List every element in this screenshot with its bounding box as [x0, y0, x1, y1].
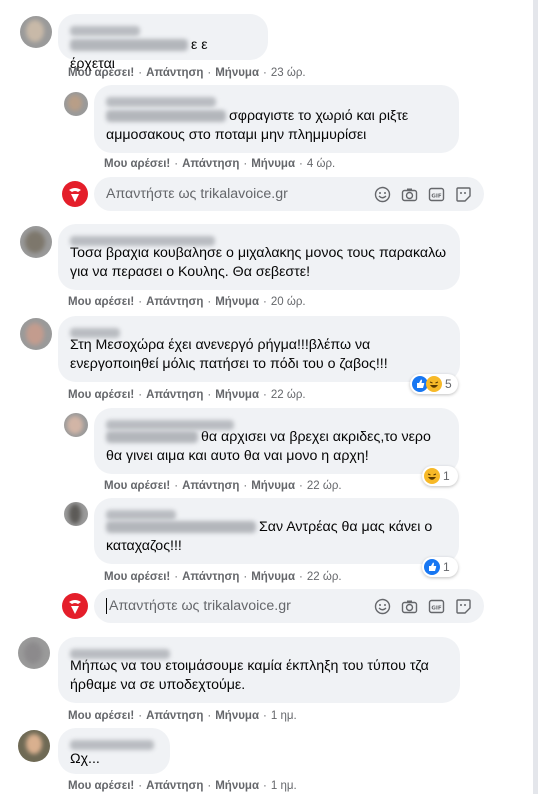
comment-bubble: Τοσα βραχια κουβαλησε ο μιχαλακης μονος …: [58, 224, 460, 290]
timestamp[interactable]: 4 ώρ.: [307, 158, 335, 170]
message-link[interactable]: Μήνυμα: [215, 296, 259, 308]
like-link[interactable]: Μου αρέσει!: [104, 480, 170, 492]
message-link[interactable]: Μήνυμα: [215, 67, 259, 79]
comment-actions: Μου αρέσει! · Απάντηση · Μήνυμα · 23 ώρ.: [68, 67, 306, 79]
comment-bubble: Ωχ...: [58, 728, 170, 774]
avatar[interactable]: [18, 730, 50, 762]
reaction-count: 5: [445, 377, 452, 391]
avatar[interactable]: [18, 637, 50, 669]
emoji-icon[interactable]: [374, 598, 391, 615]
avatar[interactable]: [20, 226, 52, 258]
reply-input[interactable]: Απαντήστε ως trikalavoice.gr GIF: [94, 589, 484, 623]
message-link[interactable]: Μήνυμα: [215, 389, 259, 401]
right-border: [533, 0, 538, 794]
comment-actions: Μου αρέσει! · Απάντηση · Μήνυμα · 20 ώρ.: [68, 296, 306, 308]
comment-text: Τοσα βραχια κουβαλησε ο μιχαλακης μονος …: [70, 245, 447, 280]
message-link[interactable]: Μήνυμα: [251, 158, 295, 170]
message-link[interactable]: Μήνυμα: [215, 710, 259, 722]
author-name[interactable]: [70, 649, 170, 660]
like-link[interactable]: Μου αρέσει!: [68, 780, 134, 792]
gif-icon[interactable]: GIF: [428, 598, 445, 615]
reply-link[interactable]: Απάντηση: [182, 480, 239, 492]
haha-reaction-icon: [424, 468, 440, 484]
page-logo: [62, 593, 88, 619]
comment-bubble: Μήπως να του ετοιμάσουμε καμία έκπληξη τ…: [58, 637, 460, 703]
timestamp[interactable]: 1 ημ.: [271, 710, 297, 722]
message-link[interactable]: Μήνυμα: [251, 480, 295, 492]
avatar[interactable]: [20, 16, 52, 48]
comment-actions: Μου αρέσει! · Απάντηση · Μήνυμα · 4 ώρ.: [104, 158, 336, 170]
haha-reaction-icon: [426, 376, 442, 392]
reply-link[interactable]: Απάντηση: [146, 296, 203, 308]
timestamp[interactable]: 22 ώρ.: [271, 389, 306, 401]
message-link[interactable]: Μήνυμα: [215, 780, 259, 792]
text-caret: [106, 598, 107, 615]
comment-actions: Μου αρέσει! · Απάντηση · Μήνυμα · 22 ώρ.: [104, 480, 342, 492]
reply-bubble: θα αρχισει να βρεχει ακριδες,το νερο θα …: [94, 408, 459, 474]
reply-link[interactable]: Απάντηση: [182, 571, 239, 583]
emoji-icon[interactable]: [374, 186, 391, 203]
author-name[interactable]: [106, 510, 176, 521]
author-name[interactable]: [70, 328, 120, 339]
reaction-count: 1: [443, 560, 450, 574]
reply-link[interactable]: Απάντηση: [146, 67, 203, 79]
comment-actions: Μου αρέσει! · Απάντηση · Μήνυμα · 1 ημ.: [68, 780, 297, 792]
timestamp[interactable]: 23 ώρ.: [271, 67, 306, 79]
gif-icon[interactable]: GIF: [428, 186, 445, 203]
svg-text:GIF: GIF: [431, 193, 442, 199]
reply-placeholder: Απαντήστε ως trikalavoice.gr: [109, 597, 291, 614]
like-link[interactable]: Μου αρέσει!: [68, 710, 134, 722]
timestamp[interactable]: 1 ημ.: [271, 780, 297, 792]
like-reaction-icon: [424, 559, 440, 575]
author-name[interactable]: [106, 420, 234, 431]
reply-bubble: Σαν Αντρέας θα μας κάνει ο καταχαζος!!!: [94, 498, 459, 564]
comment-bubble: Στη Μεσοχώρα έχει ανενεργό ρήγμα!!!βλέπω…: [58, 316, 460, 382]
timestamp[interactable]: 22 ώρ.: [307, 571, 342, 583]
sticker-icon[interactable]: [455, 186, 472, 203]
camera-icon[interactable]: [401, 186, 418, 203]
avatar[interactable]: [64, 413, 88, 437]
comment-actions: Μου αρέσει! · Απάντηση · Μήνυμα · 22 ώρ.: [104, 571, 342, 583]
camera-icon[interactable]: [401, 598, 418, 615]
reply-input[interactable]: Απαντήστε ως trikalavoice.gr GIF: [94, 177, 484, 211]
comment-actions: Μου αρέσει! · Απάντηση · Μήνυμα · 1 ημ.: [68, 710, 297, 722]
reactions-badge[interactable]: 1: [422, 557, 458, 577]
comment-actions: Μου αρέσει! · Απάντηση · Μήνυμα · 22 ώρ.: [68, 389, 306, 401]
reply-link[interactable]: Απάντηση: [146, 780, 203, 792]
comment-text: Ωχ...: [70, 751, 100, 767]
like-link[interactable]: Μου αρέσει!: [68, 67, 134, 79]
author-name[interactable]: [70, 26, 140, 37]
author-name[interactable]: [70, 740, 154, 751]
page-logo: [62, 181, 88, 207]
reactions-badge[interactable]: 1: [422, 466, 458, 486]
svg-text:GIF: GIF: [431, 605, 442, 611]
like-link[interactable]: Μου αρέσει!: [68, 296, 134, 308]
avatar[interactable]: [64, 92, 88, 116]
author-name[interactable]: [106, 97, 216, 108]
reply-placeholder: Απαντήστε ως trikalavoice.gr: [106, 186, 288, 202]
reply-bubble: σφραγιστε το χωριό και ριξτε αμμοσακους …: [94, 85, 459, 153]
comment-text: Μήπως να του ετοιμάσουμε καμία έκπληξη τ…: [70, 658, 429, 693]
like-link[interactable]: Μου αρέσει!: [104, 158, 170, 170]
avatar[interactable]: [20, 318, 52, 350]
reply-link[interactable]: Απάντηση: [146, 389, 203, 401]
message-link[interactable]: Μήνυμα: [251, 571, 295, 583]
author-name[interactable]: [70, 236, 215, 247]
comment-text: Στη Μεσοχώρα έχει ανενεργό ρήγμα!!!βλέπω…: [70, 337, 388, 372]
reactions-badge[interactable]: 5: [410, 374, 458, 394]
avatar[interactable]: [64, 502, 88, 526]
like-link[interactable]: Μου αρέσει!: [68, 389, 134, 401]
like-link[interactable]: Μου αρέσει!: [104, 571, 170, 583]
comment-bubble: ε ε έρχεται: [58, 14, 268, 72]
reply-link[interactable]: Απάντηση: [182, 158, 239, 170]
reaction-count: 1: [443, 469, 450, 483]
sticker-icon[interactable]: [455, 598, 472, 615]
timestamp[interactable]: 22 ώρ.: [307, 480, 342, 492]
reply-link[interactable]: Απάντηση: [146, 710, 203, 722]
timestamp[interactable]: 20 ώρ.: [271, 296, 306, 308]
